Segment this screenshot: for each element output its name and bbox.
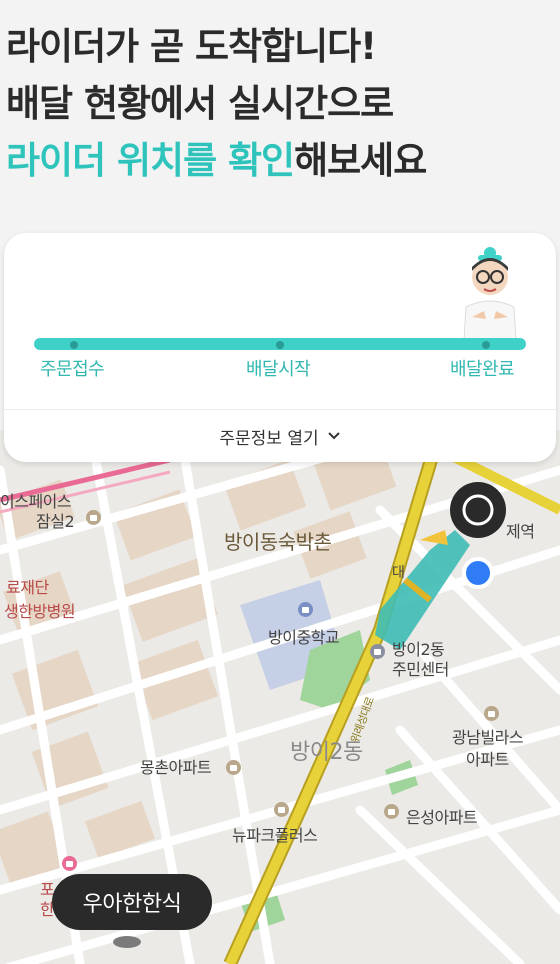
map-label-station: 제역 <box>506 522 535 541</box>
headline: 라이더가 곧 도착합니다! 배달 현황에서 실시간으로 라이더 위치를 확인해보… <box>6 18 554 189</box>
headline-line-3: 라이더 위치를 확인해보세요 <box>6 132 554 189</box>
store-location-bubble[interactable]: 우아한한식 <box>52 874 212 930</box>
map-label-villa2: 아파트 <box>466 750 509 769</box>
headline-accent-text: 라이더 위치를 확인 <box>6 139 295 182</box>
progress-dot-completed <box>482 341 490 349</box>
map-label-newpark: 뉴파크플러스 <box>232 826 318 845</box>
order-info-toggle-label: 주문정보 열기 <box>219 428 319 449</box>
community-center-icon <box>370 644 385 659</box>
map-label-school: 방이중학교 <box>268 628 340 647</box>
map-label-villa: 광남빌라스 <box>452 728 524 747</box>
map-label-mongchon: 몽촌아파트 <box>140 758 212 777</box>
map-label-community2: 주민센터 <box>392 660 449 679</box>
progress-dot-started <box>276 341 284 349</box>
map-label-jamsil: 잠실2 <box>36 512 75 531</box>
apartment-icon <box>226 760 241 775</box>
progress-dot-received <box>70 341 78 349</box>
card-divider <box>4 409 556 410</box>
school-icon <box>298 602 313 617</box>
newpark-icon <box>274 802 289 817</box>
map-label-eunseong: 은성아파트 <box>406 808 478 827</box>
map-label-foundation: 료재단 <box>6 578 49 597</box>
map-label-hospital: 생한방병원 <box>4 602 76 621</box>
headline-line-1: 라이더가 곧 도착합니다! <box>6 25 377 68</box>
step-label-started: 배달시작 <box>246 359 311 380</box>
map-label-station-prefix: 대 <box>392 565 405 581</box>
poi-icon <box>86 510 101 525</box>
headline-line-2: 배달 현황에서 실시간으로 <box>6 82 394 125</box>
chevron-down-icon <box>327 432 340 440</box>
headline-rest-text: 해보세요 <box>294 139 427 182</box>
step-label-received: 주문접수 <box>40 359 105 380</box>
villa-icon <box>484 706 499 721</box>
step-label-completed: 배달완료 <box>450 359 515 380</box>
map-label-village: 방이동숙박촌 <box>224 530 332 554</box>
eunseong-icon <box>384 804 399 819</box>
hospital-icon <box>62 856 77 871</box>
order-info-toggle-button[interactable]: 주문정보 열기 <box>4 411 556 461</box>
delivery-status-card: 주문접수 배달시작 배달완료 주문정보 열기 <box>4 233 556 462</box>
rider-character-icon <box>463 247 517 341</box>
